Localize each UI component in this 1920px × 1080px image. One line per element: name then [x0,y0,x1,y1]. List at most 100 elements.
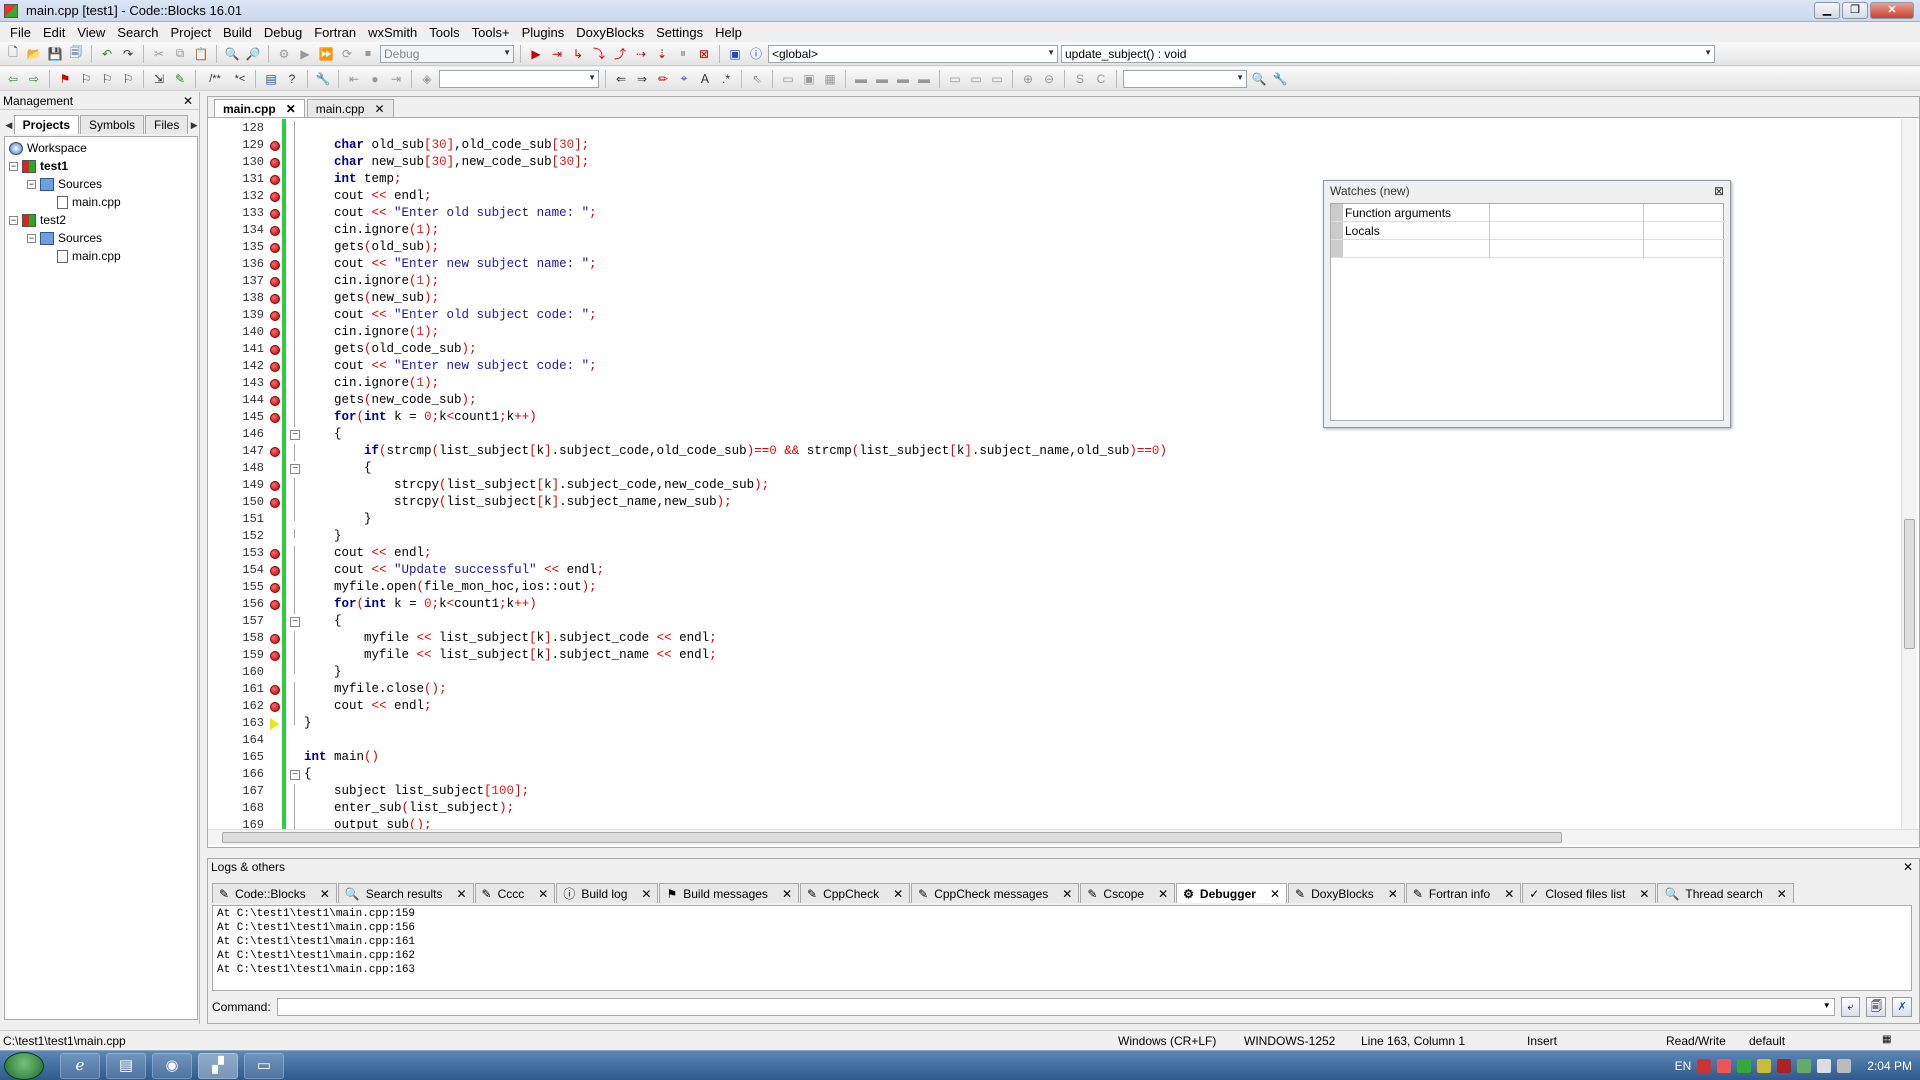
tag-icon[interactable]: ◈ [418,70,436,88]
zoom-out-icon[interactable]: ⊖ [1040,70,1058,88]
stop-debugger-icon[interactable]: ⊠ [695,45,713,63]
scroll-thumb[interactable] [222,832,1562,843]
collapse-icon[interactable]: − [27,179,36,189]
form-1-icon[interactable]: ▭ [779,70,797,88]
menu-search[interactable]: Search [111,25,164,40]
editor-tab-main-cpp[interactable]: main.cpp ✕ [214,99,305,117]
close-icon[interactable]: ✕ [1504,887,1514,901]
form-2-icon[interactable]: ▣ [800,70,818,88]
step-instruction-icon[interactable]: ⇣ [653,45,671,63]
code-line[interactable]: char new_sub[30],new_code_sub[30]; [304,155,589,169]
comment-line-icon[interactable]: *< [231,70,249,88]
fold-toggle-icon[interactable]: − [290,617,300,627]
abort-icon[interactable]: ⏹ [359,45,377,63]
code-line[interactable]: { [304,614,342,628]
layout-3-icon[interactable]: ▭ [988,70,1006,88]
breakpoint-icon[interactable] [270,583,280,593]
watch-row[interactable]: Function arguments [1331,204,1725,222]
collapse-icon[interactable]: − [9,215,18,225]
step-out-icon[interactable]: ⤴ [611,45,629,63]
forward-icon[interactable]: ⇨ [25,70,43,88]
next-bookmark-icon[interactable]: ⚐ [98,70,116,88]
close-icon[interactable]: ✕ [1158,887,1168,901]
close-icon[interactable]: ✕ [893,887,903,901]
command-input[interactable]: ▼ [276,998,1835,1016]
select-icon[interactable]: ⌖ [675,70,693,88]
comment-block-icon[interactable]: /** [202,70,228,88]
build-run-icon[interactable]: ⏩ [317,45,335,63]
code-line[interactable]: int main() [304,750,379,764]
code-line[interactable]: strcpy(list_subject[k].subject_name,new_… [304,495,732,509]
command-send-icon[interactable]: ⤶ [1840,997,1861,1017]
align-1-icon[interactable]: ▬ [852,70,870,88]
code-line[interactable]: } [304,529,342,543]
command-save-icon[interactable]: 🗐 [1866,997,1887,1017]
menu-plugins[interactable]: Plugins [516,25,571,40]
close-icon[interactable]: ✕ [1062,887,1072,901]
cut-icon[interactable]: ✂ [150,45,168,63]
tray-icon[interactable] [1697,1059,1712,1073]
command-clear-icon[interactable]: ✗ [1892,997,1913,1017]
menu-wxsmith[interactable]: wxSmith [362,25,423,40]
tree-file-main[interactable]: main.cpp [57,195,121,209]
tray-icon[interactable] [1797,1059,1812,1073]
breakpoint-icon[interactable] [270,702,280,712]
debug-continue-icon[interactable]: ▶ [527,45,545,63]
highlight-icon[interactable]: ✎ [171,70,189,88]
menu-tools[interactable]: Tools [423,25,465,40]
code-line[interactable]: strcpy(list_subject[k].subject_code,new_… [304,478,769,492]
scope-select[interactable]: <global> ▼ [768,44,1058,63]
breakpoint-icon[interactable] [270,141,280,151]
code-line[interactable]: cin.ignore(1); [304,223,439,237]
management-close-icon[interactable]: ✕ [183,94,193,108]
log-tab[interactable]: ✎ Cscope ✕ [1080,883,1176,903]
log-tab[interactable]: ⚑ Build messages ✕ [659,883,799,903]
clock[interactable]: 2:04 PM [1867,1059,1912,1073]
code-settings-icon[interactable]: 🔧 [1271,70,1289,88]
breakpoint-icon[interactable] [270,498,280,508]
tray-icon[interactable] [1777,1059,1792,1073]
tabs-left-icon[interactable]: ◀ [4,116,14,134]
breakpoint-icon[interactable] [270,209,280,219]
editor-tab-main-cpp[interactable]: main.cpp ✕ [306,99,394,117]
align-4-icon[interactable]: ▬ [915,70,933,88]
nav-prev-icon[interactable]: ⇤ [345,70,363,88]
tray-icon[interactable] [1757,1059,1772,1073]
chrome-icon[interactable]: ◉ [152,1053,192,1079]
zoom-in-icon[interactable]: ⊕ [1019,70,1037,88]
log-tab[interactable]: ✎ Fortran info ✕ [1405,883,1522,903]
line-gutter[interactable]: 128 129 130 131 132 133 134 135 136 137 138 139 140 1… [208,119,281,832]
tree-folder-sources[interactable]: − Sources [27,231,102,245]
form-3-icon[interactable]: ▦ [821,70,839,88]
menu-fortran[interactable]: Fortran [308,25,362,40]
prev-bookmark-icon[interactable]: ⚐ [77,70,95,88]
close-icon[interactable]: ✕ [641,887,651,901]
breakpoint-icon[interactable] [270,243,280,253]
marker-icon[interactable]: ✏ [654,70,672,88]
logs-close-icon[interactable]: ✕ [1903,860,1913,874]
collapse-icon[interactable]: − [27,233,36,243]
copy-icon[interactable]: ⧉ [171,45,189,63]
next-arrow-icon[interactable]: ⇒ [633,70,651,88]
replace-icon[interactable]: 🔎 [244,45,262,63]
code-line[interactable]: } [304,512,372,526]
menu-doxyblocks[interactable]: DoxyBlocks [570,25,650,40]
log-tab[interactable]: ✎ Code::Blocks ✕ [212,883,337,903]
paste-icon[interactable]: 📋 [192,45,210,63]
pointer-icon[interactable]: ⇖ [748,70,766,88]
tree-file-main[interactable]: main.cpp [57,249,121,263]
network-icon[interactable] [1837,1059,1852,1073]
menu-view[interactable]: View [71,25,111,40]
replace-text-icon[interactable]: Ａ [696,70,714,88]
run-to-cursor-icon[interactable]: ⇥ [548,45,566,63]
scroll-thumb[interactable] [1904,519,1915,649]
fold-margin[interactable]: − − − − [286,119,304,835]
wrench-icon[interactable]: 🔧 [314,70,332,88]
code-line[interactable]: if(strcmp(list_subject[k].subject_code,o… [304,444,1167,458]
open-icon[interactable]: 📂 [25,45,43,63]
close-icon[interactable]: ✕ [782,887,792,901]
menu-help[interactable]: Help [709,25,748,40]
fold-toggle-icon[interactable]: − [290,430,300,440]
close-icon[interactable]: ✕ [1639,887,1649,901]
code-line[interactable]: } [304,665,342,679]
